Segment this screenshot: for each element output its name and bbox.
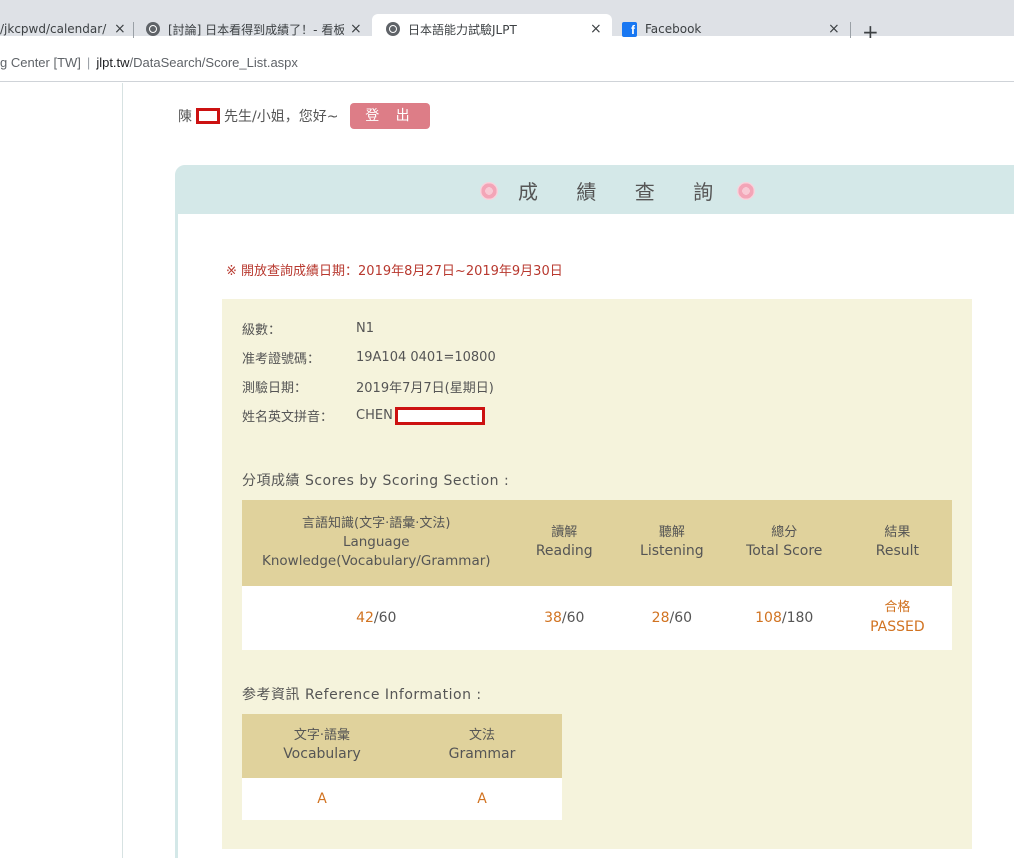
user-greeting: 陳 先生/小姐，您好~ 登 出 [178,103,431,129]
registration-label: 准考證號碼： [242,352,321,367]
header-zh: 總分 [771,525,798,541]
header-en: Reading [535,543,593,560]
divider: | [86,54,91,70]
header-zh: 言語知識(文字·語彙·文法) [302,516,451,532]
score-max: /60 [669,610,693,626]
sakura-icon [735,180,757,202]
close-icon[interactable]: × [350,21,362,37]
header-total: 總分 Total Score [725,500,843,586]
sakura-icon [478,180,500,202]
score-max: /60 [561,610,585,626]
facebook-icon: f [622,21,637,37]
query-period-notice: ※ 開放查詢成績日期：2019年8月27日~2019年9月30日 [226,264,563,279]
score-panel: 成 績 查 詢 ※ 開放查詢成績日期：2019年8月27日~2019年9月30日… [175,165,1014,858]
test-date-value: 2019年7月7日(星期日) [356,381,494,396]
reference-header-row: 文字·語彙 Vocabulary 文法 Grammar [242,714,562,778]
score-total: 108/180 [725,586,843,650]
header-zh: 文字·語彙 [293,728,351,744]
left-border [122,83,123,858]
header-grammar: 文法 Grammar [402,714,562,778]
url-host: jlpt.tw [96,54,130,70]
tab-strip: /jkcpwd/calendar/ × [討論] 日本看得到成績了！- 看板 ×… [0,0,1014,44]
level-value: N1 [356,321,374,336]
grade-value: A [477,791,487,807]
score-value: 42 [356,610,374,626]
tab-label: 日本語能力試驗JLPT [408,22,517,37]
reference-section-title: 参考資訊 Reference Information : [242,687,482,703]
score-value: 28 [651,610,670,626]
greeting-text: 先生/小姐，您好~ [224,109,339,125]
grade-grammar: A [402,778,562,820]
result-card: 級數： N1 准考證號碼： 19A104 0401=10800 測驗日期： 20… [222,299,972,849]
score-table: 言語知識(文字·語彙·文法) Language Knowledge(Vocabu… [242,500,952,650]
score-language-knowledge: 42/60 [242,586,511,650]
result-zh: 合格 [884,599,911,615]
redaction-box [394,406,485,425]
header-en: Language Knowledge(Vocabulary/Grammar) [262,534,491,570]
globe-icon [386,22,400,36]
header-reading: 讀解 Reading [510,500,618,586]
header-vocabulary: 文字·語彙 Vocabulary [242,714,402,778]
close-icon[interactable]: × [114,21,126,37]
tab-label: Facebook [645,22,702,36]
header-zh: 文法 [468,728,495,744]
name-value-wrap: CHEN [356,406,485,425]
score-result: 合格 PASSED [842,586,952,650]
close-icon[interactable]: × [590,21,602,37]
site-identity[interactable]: g Center [TW] [0,55,81,70]
globe-icon [146,22,160,36]
close-icon[interactable]: × [828,21,840,37]
tab-label: [討論] 日本看得到成績了！- 看板 [168,22,344,37]
scores-section-title: 分項成績 Scores by Scoring Section : [242,473,510,489]
score-value-row: 42/60 38/60 28/60 108/180 合格 PASSED [242,586,952,650]
level-label: 級數： [242,323,282,338]
score-value: 38 [544,610,562,626]
result-en: PASSED [870,619,925,636]
test-date-row: 測驗日期： 2019年7月7日(星期日) [242,377,494,396]
url-path: /DataSearch/Score_List.aspx [129,54,298,70]
header-zh: 聽解 [658,525,685,541]
reference-value-row: A A [242,778,562,820]
header-listening: 聽解 Listening [617,500,726,586]
registration-value: 19A104 0401=10800 [356,350,496,365]
header-result: 結果 Result [842,500,952,586]
page-title: 成 績 查 詢 [518,180,730,204]
header-language-knowledge: 言語知識(文字·語彙·文法) Language Knowledge(Vocabu… [242,500,511,586]
score-value: 108 [755,610,782,626]
score-max: /60 [373,610,397,626]
score-reading: 38/60 [510,586,618,650]
page-content: 陳 先生/小姐，您好~ 登 出 成 績 查 詢 ※ 開放查詢成績日期：2019年… [0,83,1014,858]
reference-table: 文字·語彙 Vocabulary 文法 Grammar A A [242,714,562,820]
header-zh: 結果 [884,525,911,541]
name-row: 姓名英文拼音： CHEN [242,406,485,425]
header-en: Result [875,543,919,560]
tab-label: /jkcpwd/calendar/ [0,22,107,36]
score-max: /180 [781,610,814,626]
redaction-box [196,108,220,124]
address-bar: g Center [TW] | jlpt.tw/DataSearch/Score… [0,38,1014,82]
header-en: Total Score [746,543,823,560]
panel-header: 成 績 查 詢 [178,168,1014,214]
url-field[interactable]: g Center [TW] | jlpt.tw/DataSearch/Score… [0,50,1014,74]
score-header-row: 言語知識(文字·語彙·文法) Language Knowledge(Vocabu… [242,500,952,586]
registration-row: 准考證號碼： 19A104 0401=10800 [242,348,496,367]
name-label: 姓名英文拼音： [242,410,334,425]
level-row: 級數： N1 [242,319,374,338]
header-zh: 讀解 [551,525,578,541]
header-en: Grammar [448,746,516,763]
grade-value: A [317,791,327,807]
score-listening: 28/60 [617,586,726,650]
test-date-label: 測驗日期： [242,381,308,396]
header-en: Vocabulary [283,746,361,763]
header-en: Listening [640,543,704,560]
name-value: CHEN [356,408,393,423]
logout-button[interactable]: 登 出 [350,103,431,129]
user-surname: 陳 [178,109,192,125]
grade-vocabulary: A [242,778,402,820]
